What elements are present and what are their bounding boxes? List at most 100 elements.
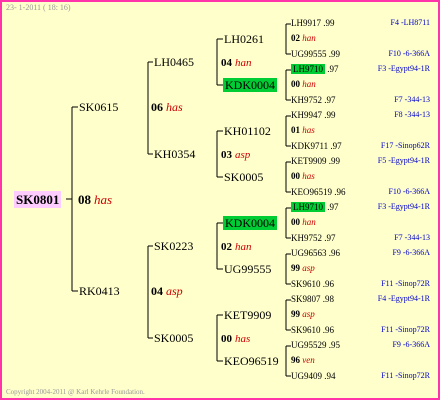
gen5-year: .97: [325, 202, 339, 212]
gen5-num: 01: [291, 125, 303, 136]
gen5-row: LH9917 .99: [291, 19, 335, 28]
gen5-num: 99: [291, 263, 303, 274]
gen4-node: KDK0004: [223, 216, 277, 230]
gen5-sub: F9 -6-366A: [392, 339, 430, 349]
gen4-node: UG99555: [224, 262, 272, 276]
gen5-apiary: han: [302, 79, 316, 90]
gen5-id: UG99555: [291, 48, 327, 59]
gen5-row: LH9710 .97: [291, 202, 339, 212]
gen5-row: KH9947 .99: [291, 111, 336, 120]
root-node: SK0801: [14, 191, 62, 208]
gen5-num: 00: [291, 217, 303, 228]
gen5-year: .99: [326, 48, 340, 59]
gen5-row: 00 has: [291, 172, 315, 181]
gen5-sub: F10 -6-366A: [388, 186, 430, 196]
gen5-year: .98: [320, 293, 335, 304]
gen5-row: UG99555 .99: [291, 48, 340, 59]
gen2-dam-info: 04 asp: [151, 285, 183, 297]
gen5-row: UG9409 .94: [291, 370, 336, 381]
gen5-sub: F10 -6-366A: [388, 48, 430, 58]
gen4-node: SK0005: [224, 170, 264, 184]
gen5-row: SK9610 .96: [291, 324, 335, 335]
gen2-dam-num: 04: [151, 284, 163, 298]
gen5-sub: F11 -Sinop72R: [381, 324, 430, 334]
gen5-apiary: has: [302, 125, 315, 136]
gen4-apiary: asp: [235, 149, 251, 161]
root-apiary: has: [94, 192, 113, 207]
gen5-row: KDK9711 .97: [291, 140, 342, 151]
gen3-num: 02: [221, 241, 232, 253]
gen4-info: 04 han: [221, 56, 252, 69]
gen5-apiary: han: [302, 33, 316, 44]
gen4-num: 04: [221, 57, 232, 69]
gen5-year: .96: [326, 247, 340, 258]
gen5-row: LH9710 .97: [291, 64, 339, 74]
gen2-sire-apiary: has: [166, 100, 183, 114]
gen5-sub: F3 -Egypt94-1R: [377, 64, 430, 73]
gen5-num: 00: [291, 79, 303, 90]
gen5-id: KH9752: [291, 232, 322, 243]
gen5-id: KH9752: [291, 94, 322, 105]
gen5-year: .97: [322, 94, 336, 105]
gen4-apiary: han: [235, 57, 252, 69]
gen5-num: 96: [291, 355, 303, 366]
gen5-row: SK9807 .98: [291, 293, 335, 304]
gen5-sub: F7 -344-13: [394, 232, 430, 242]
gen5-id: LH9710: [291, 64, 325, 74]
gen4-id-highlight: KDK0004: [223, 78, 277, 92]
gen2-dam: RK0413: [79, 284, 120, 298]
gen5-num: 99: [291, 309, 303, 320]
gen5-row: 99 asp: [291, 310, 315, 319]
gen5-row: 96 ven: [291, 356, 315, 365]
gen5-row: SK9610 .96: [291, 278, 335, 289]
gen4-info: 03 asp: [221, 148, 250, 161]
copyright: Copyright 2004-2011 @ Karl Kehrle Founda…: [6, 388, 145, 396]
gen5-year: .94: [322, 370, 336, 381]
gen5-id: UG96563: [291, 247, 327, 258]
gen5-sub: F7 -344-13: [394, 94, 430, 104]
gen3-info: 00 has: [221, 332, 250, 345]
gen5-year: .97: [328, 140, 342, 151]
gen5-id: LH9917: [291, 18, 321, 28]
gen4-num: 03: [221, 149, 232, 161]
gen5-year: .96: [320, 278, 335, 289]
gen3-node: SK0005: [154, 331, 194, 345]
gen2-dam-apiary: asp: [166, 284, 183, 298]
gen5-sub: F9 -6-366A: [392, 247, 430, 257]
gen5-row: 00 han: [291, 80, 316, 89]
gen4-node: KDK0004: [223, 78, 277, 92]
gen5-row: KH9752 .97: [291, 232, 336, 243]
gen5-row: KH9752 .97: [291, 94, 336, 105]
gen5-apiary: ven: [302, 355, 315, 366]
gen5-year: .99: [326, 156, 340, 166]
gen4-node: KH01102: [224, 124, 271, 138]
gen5-year: .97: [325, 64, 339, 74]
gen5-row: UG96563 .96: [291, 247, 340, 258]
gen4-node: LH0261: [224, 32, 264, 46]
pedigree-lines: [66, 23, 291, 377]
gen3-info: 02 han: [221, 240, 252, 253]
gen5-id: SK9610: [291, 278, 321, 289]
root-num: 08: [78, 192, 91, 207]
gen5-year: .96: [320, 324, 335, 335]
gen5-row: KEO96519 .96: [291, 186, 346, 197]
gen5-sub: F11 -Sinop72R: [381, 278, 430, 288]
gen5-row: 00 han: [291, 218, 316, 227]
gen4-node: KET9909: [224, 308, 272, 322]
gen5-year: .96: [332, 186, 346, 197]
gen5-apiary: asp: [302, 309, 315, 320]
gen5-year: .99: [321, 18, 335, 28]
gen5-year: .97: [322, 232, 336, 243]
gen5-id: UG95529: [291, 339, 327, 350]
gen5-row: KET9909 .99: [291, 157, 340, 166]
gen5-row: UG95529 .95: [291, 339, 340, 350]
gen5-num: 00: [291, 171, 303, 182]
gen5-id: LH9710: [291, 202, 325, 212]
gen5-apiary: han: [302, 217, 316, 228]
gen5-id: KET9909: [291, 156, 327, 166]
timestamp: 23- 1-2011 ( 18: 16): [6, 3, 71, 12]
gen3-node: KH0354: [154, 147, 196, 161]
gen5-row: 99 asp: [291, 264, 315, 273]
root-info: 08 has: [78, 193, 112, 206]
gen5-num: 02: [291, 33, 303, 44]
